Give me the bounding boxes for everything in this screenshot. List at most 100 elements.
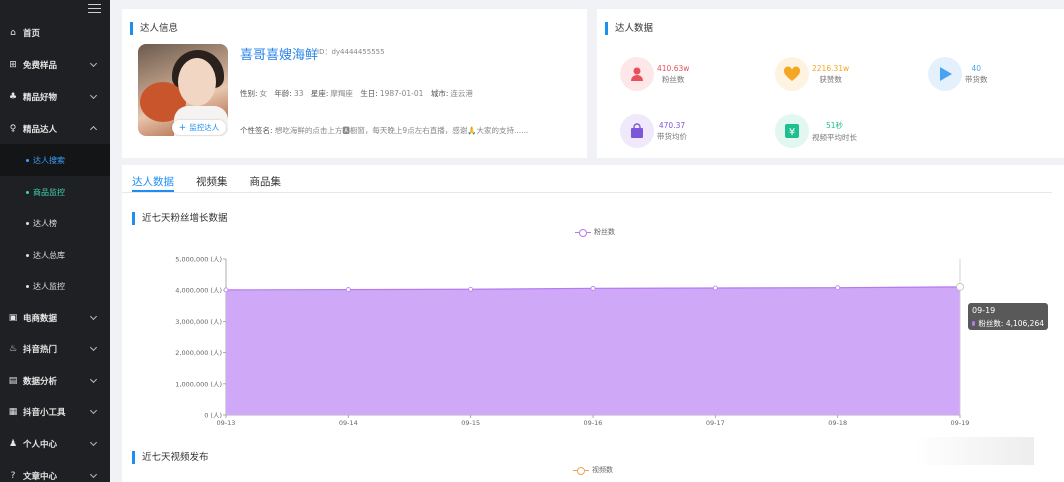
sidebar-item-label: 精品达人 xyxy=(23,125,58,135)
influencer-id: ID：dy4444455555 xyxy=(317,48,385,56)
stat-label: 带货均价 xyxy=(657,131,687,141)
tab-bar: 达人数据 视频集 商品集 xyxy=(132,174,303,192)
stat-play: 40 带货数 xyxy=(928,57,988,91)
stat-label: 视频平均时长 xyxy=(812,132,857,142)
chevron-up-icon xyxy=(89,125,98,134)
play-icon xyxy=(928,57,962,91)
sidebar-item-4[interactable]: ▣ 电商数据 xyxy=(0,302,110,334)
stat-fans: 410.63w 粉丝数 xyxy=(620,57,689,91)
sidebar-item-label: 个人中心 xyxy=(23,440,58,450)
sidebar-item-label: 免费样品 xyxy=(23,61,58,71)
tooltip-swatch xyxy=(972,321,976,326)
video-legend-label: 视频数 xyxy=(592,466,613,474)
zodiac-value: 摩羯座 xyxy=(330,89,353,98)
bullet-dot xyxy=(26,158,29,162)
sidebar-item-3[interactable]: ♀ 精品达人 xyxy=(0,113,110,145)
sidebar-subitem-4[interactable]: 达人监控 xyxy=(0,270,110,302)
video-legend[interactable]: 视频数 xyxy=(573,465,613,475)
tab-video-set[interactable]: 视频集 xyxy=(196,174,228,192)
stat-label: 获赞数 xyxy=(819,74,842,84)
bullet-dot xyxy=(26,221,29,225)
stat-likes: 2216.31w 获赞数 xyxy=(775,57,849,91)
sidebar-subitem-2[interactable]: 达人榜 xyxy=(0,207,110,239)
tab-influencer-data[interactable]: 达人数据 xyxy=(132,174,174,192)
zodiac-label: 星座: xyxy=(310,89,329,98)
stats-card-title: 达人数据 xyxy=(605,22,653,35)
sidebar-item-label: 数据分析 xyxy=(23,377,58,387)
chevron-down-icon xyxy=(89,343,98,352)
thumb-icon: ♣ xyxy=(8,92,18,102)
stat-value: 51秒 xyxy=(825,120,844,130)
sidebar-item-7[interactable]: ▦ 抖音小工具 xyxy=(0,396,110,428)
sidebar-item-9[interactable]: ? 文章中心 xyxy=(0,460,110,482)
fire-icon: ♨ xyxy=(8,344,18,354)
sidebar-item-label: 精品好物 xyxy=(23,93,58,103)
tab-divider xyxy=(122,192,1052,193)
gift-icon: ⊞ xyxy=(9,60,17,70)
fans-chart-title: 近七天粉丝增长数据 xyxy=(132,212,228,225)
sidebar-subitem-label: 达人监控 xyxy=(33,281,65,291)
sidebar-subitem-0[interactable]: 达人搜索 xyxy=(0,144,110,176)
bag-icon xyxy=(620,114,654,148)
sidebar-item-label: 首页 xyxy=(23,29,41,39)
sidebar-item-8[interactable]: ♟ 个人中心 xyxy=(0,428,110,460)
stat-value: 410.63w xyxy=(657,63,690,73)
sidebar-item-2[interactable]: ♣ 精品好物 xyxy=(0,81,110,113)
stat-text: 470.37 带货均价 xyxy=(657,121,687,142)
monitor-button[interactable]: + 监控达人 xyxy=(172,120,226,135)
chevron-down-icon xyxy=(89,438,98,447)
fans-icon xyxy=(620,57,654,91)
stats-card: 达人数据 410.63w 粉丝数 2216.31w 获赞数 40 带货数 470.37 带货均… xyxy=(597,9,1064,158)
fans-legend-label: 粉丝数 xyxy=(594,228,615,236)
sidebar-item-5[interactable]: ♨ 抖音热门 xyxy=(0,333,110,365)
stat-text: 2216.31w 获赞数 xyxy=(812,64,849,85)
birthday-value: 1987-01-01 xyxy=(379,89,424,98)
bullet-dot xyxy=(26,284,29,288)
fans-legend-marker xyxy=(575,228,591,237)
chart-tooltip: 09-19 粉丝数: 4,106,264 xyxy=(968,303,1048,330)
sidebar-subitem-1[interactable]: 商品监控 xyxy=(0,176,110,208)
person-icon: ♟ xyxy=(8,439,18,449)
chevron-down-icon xyxy=(89,59,98,68)
gender-label: 性别: xyxy=(240,89,258,98)
profile-card: 达人信息 + 监控达人 喜哥喜嫂海鲜 ID：dy4444455555 性别: 女 … xyxy=(122,9,587,158)
fans-legend[interactable]: 粉丝数 xyxy=(575,227,615,237)
sidebar-item-6[interactable]: ▤ 数据分析 xyxy=(0,365,110,397)
ecommerce-icon: ▣ xyxy=(8,313,18,323)
sidebar-item-label: 电商数据 xyxy=(23,314,58,324)
stat-label: 带货数 xyxy=(965,74,988,84)
video-chart-title: 近七天视频发布 xyxy=(132,451,209,464)
sidebar-item-0[interactable]: ⌂ 首页 xyxy=(0,17,110,49)
sidebar-item-label: 抖音热门 xyxy=(23,345,58,355)
influencer-name[interactable]: 喜哥喜嫂海鲜 xyxy=(240,44,318,63)
profile-meta: 性别: 女 年龄: 33 星座: 摩羯座 生日: 1987-01-01 城市: 连云港 xyxy=(240,88,478,99)
chevron-down-icon xyxy=(89,375,98,384)
sidebar-subitem-3[interactable]: 达人总库 xyxy=(0,239,110,271)
main-panel xyxy=(122,165,1064,482)
plus-icon: + xyxy=(178,122,187,133)
age-label: 年龄: xyxy=(274,89,292,98)
stat-value: 2216.31w xyxy=(812,63,850,73)
tooltip-value: 粉丝数: 4,106,264 xyxy=(978,319,1044,328)
help-icon: ? xyxy=(10,471,16,481)
analysis-icon: ▤ xyxy=(8,376,18,386)
sidebar-item-label: 抖音小工具 xyxy=(23,408,66,418)
signature-label: 个性签名: xyxy=(240,126,273,135)
chevron-down-icon xyxy=(89,312,98,321)
stat-duration: ¥51秒 视频平均时长 xyxy=(775,114,857,148)
city-value: 连云港 xyxy=(450,89,473,98)
signature-value: 想吃海鲜的点击上方🅰橱窗，每天晚上9点左右直播，感谢🙏大家的支持...... xyxy=(274,126,529,135)
sidebar-item-1[interactable]: ⊞ 免费样品 xyxy=(0,49,110,81)
stat-value: 40 xyxy=(971,63,982,73)
stat-text: 410.63w 粉丝数 xyxy=(657,64,689,85)
gender-value: 女 xyxy=(259,89,268,98)
sidebar-item-label: 文章中心 xyxy=(23,472,58,482)
toolbox-icon: ▦ xyxy=(8,407,18,417)
chevron-down-icon xyxy=(89,470,98,479)
signature: 个性签名: 想吃海鲜的点击上方🅰橱窗，每天晚上9点左右直播，感谢🙏大家的支持..… xyxy=(240,125,552,136)
sidebar-subitem-label: 达人榜 xyxy=(33,218,57,228)
city-label: 城市: xyxy=(430,89,449,98)
menu-toggle-icon[interactable] xyxy=(88,4,102,16)
bullet-dot xyxy=(26,190,29,194)
tab-product-set[interactable]: 商品集 xyxy=(250,174,282,192)
